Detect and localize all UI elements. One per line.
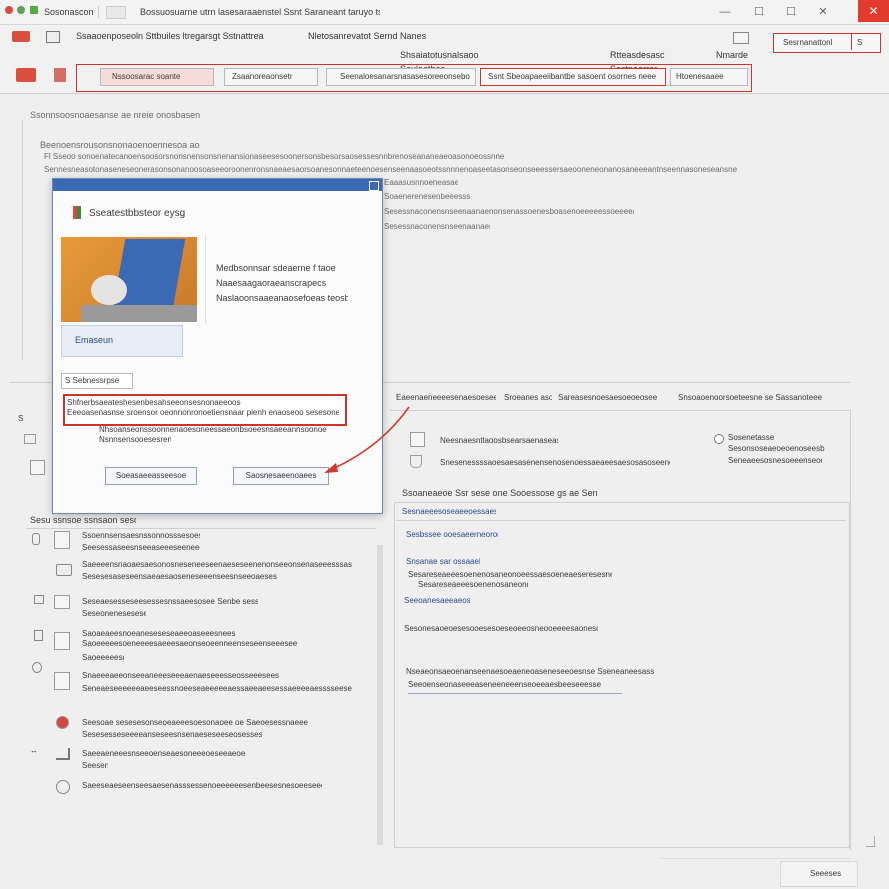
annotation-arrow [324,406,410,473]
